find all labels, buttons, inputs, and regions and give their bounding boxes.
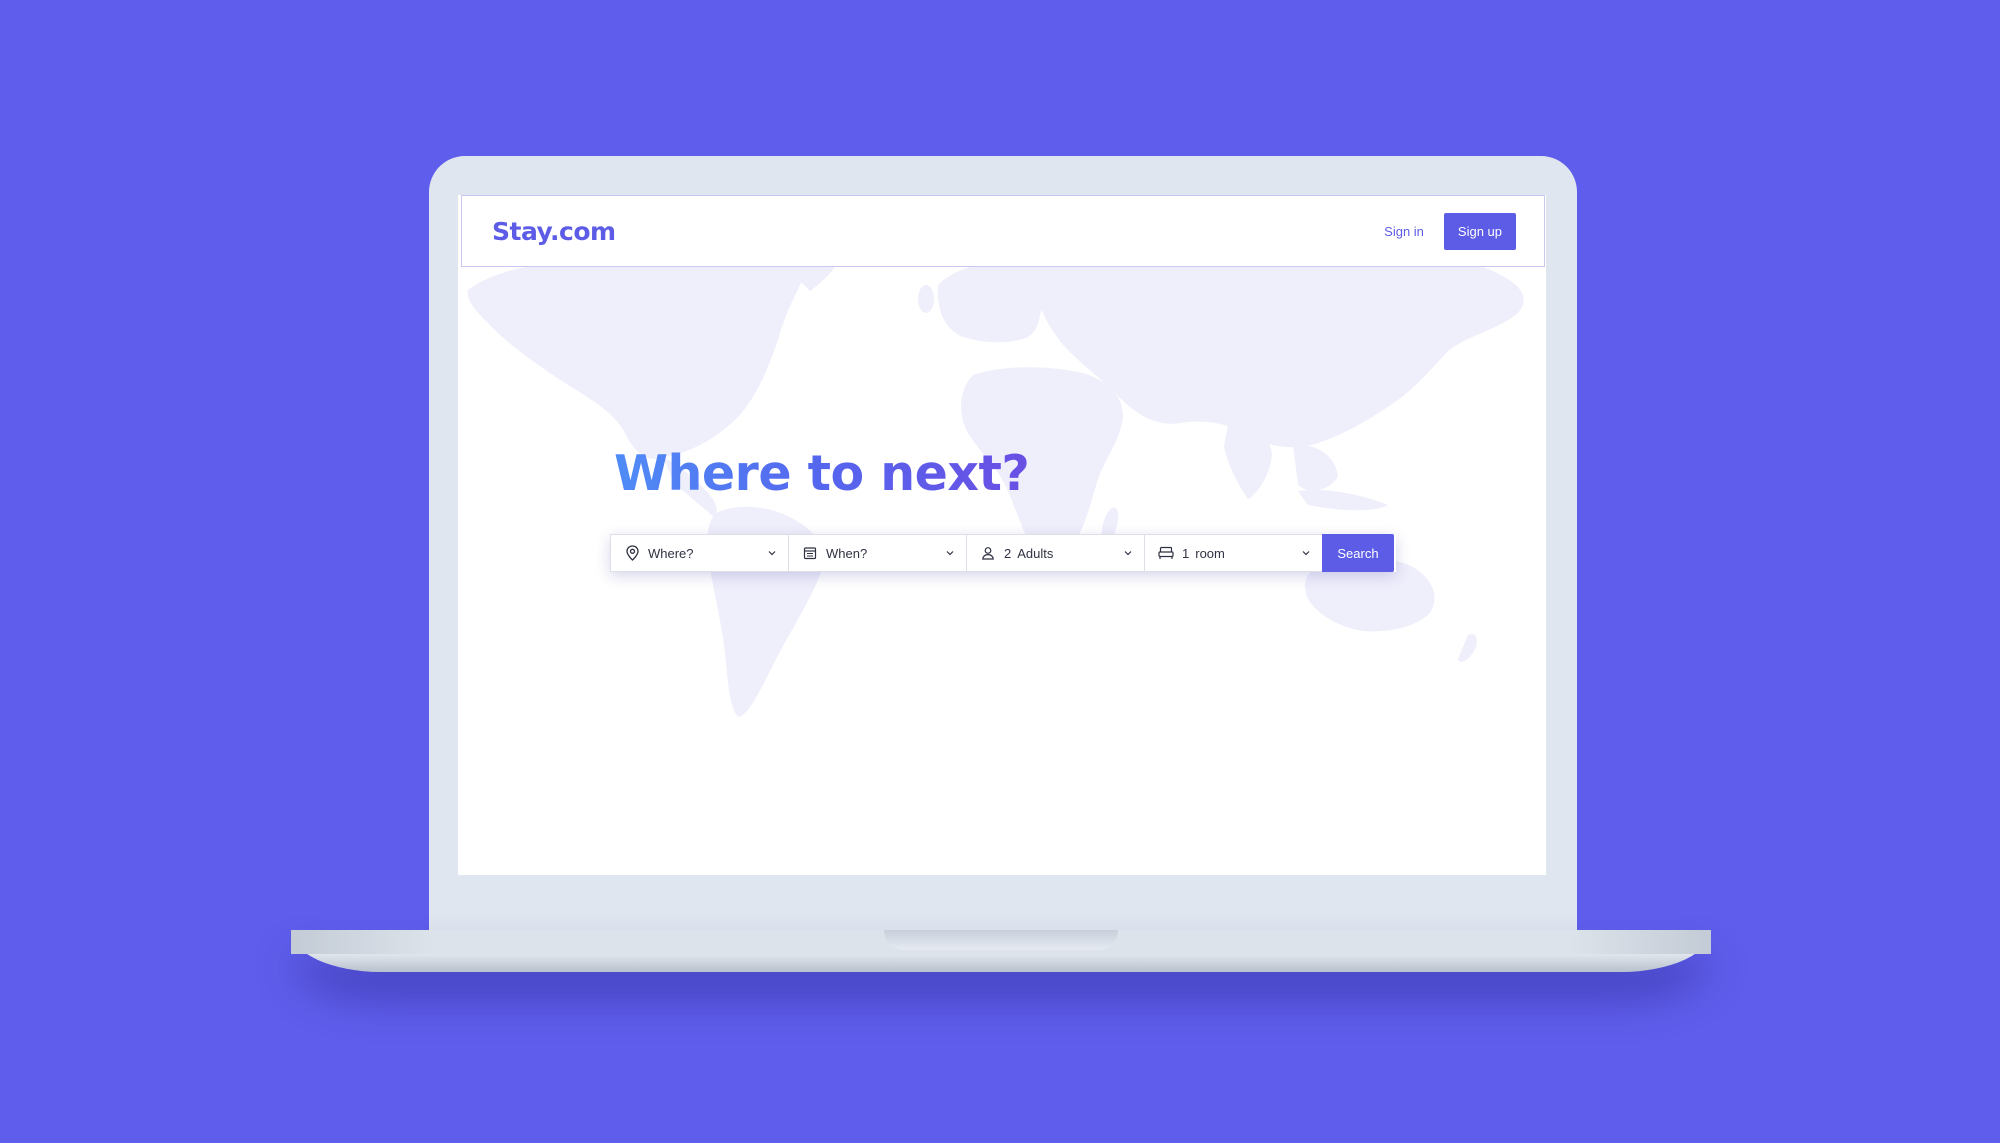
search-bar: Where? When? 2 Adults 1 room Search xyxy=(610,534,1396,572)
calendar-icon xyxy=(802,545,818,561)
rooms-unit: room xyxy=(1195,545,1225,561)
chevron-down-icon xyxy=(767,548,777,558)
laptop-notch xyxy=(884,930,1118,950)
chevron-down-icon xyxy=(1301,548,1311,558)
where-field-label: Where? xyxy=(648,545,694,561)
person-icon xyxy=(980,545,996,561)
guests-unit: Adults xyxy=(1017,545,1054,561)
rooms-field[interactable]: 1 room xyxy=(1144,534,1322,572)
chevron-down-icon xyxy=(1123,548,1133,558)
site-header: Stay.com Sign in Sign up xyxy=(461,195,1545,267)
rooms-count: 1 xyxy=(1182,545,1190,561)
when-field[interactable]: When? xyxy=(788,534,966,572)
bed-icon xyxy=(1158,545,1174,561)
search-button[interactable]: Search xyxy=(1322,534,1394,572)
guests-field-label: 2 Adults xyxy=(1004,546,1123,561)
header-actions: Sign in Sign up xyxy=(1384,212,1516,250)
guests-field[interactable]: 2 Adults xyxy=(966,534,1144,572)
chevron-down-icon xyxy=(945,548,955,558)
where-field[interactable]: Where? xyxy=(610,534,788,572)
when-field-label: When? xyxy=(826,545,868,561)
guests-count: 2 xyxy=(1004,545,1012,561)
sign-in-link[interactable]: Sign in xyxy=(1384,224,1424,239)
browser-screen: Stay.com Sign in Sign up Where to next? … xyxy=(458,195,1546,875)
sign-up-button[interactable]: Sign up xyxy=(1443,212,1516,250)
rooms-field-label: 1 room xyxy=(1182,546,1301,561)
hero-title: Where to next? xyxy=(614,445,1030,502)
brand-logo[interactable]: Stay.com xyxy=(492,217,616,246)
location-pin-icon xyxy=(624,545,640,561)
